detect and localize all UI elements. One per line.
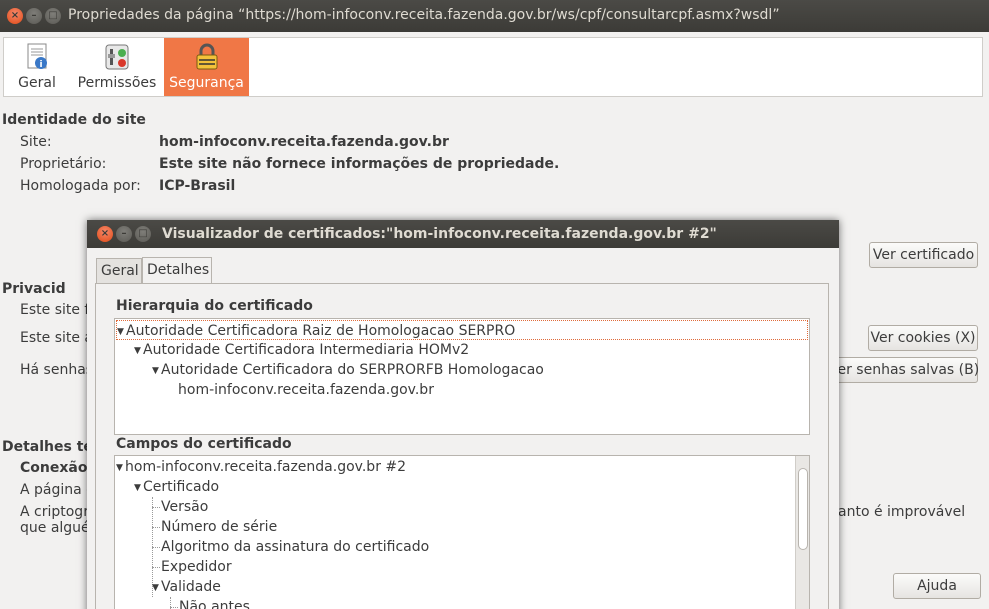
tab-seguranca[interactable]: Segurança — [164, 38, 249, 96]
tree-guide-branch — [152, 547, 160, 548]
view-cookies-button[interactable]: Ver cookies (X) — [868, 325, 978, 351]
expand-triangle-icon[interactable]: ▼ — [152, 578, 161, 598]
lock-icon — [196, 43, 217, 70]
field-item-expedidor[interactable]: Expedidor — [161, 557, 232, 577]
field-item-numero-serie[interactable]: Número de série — [161, 517, 277, 537]
close-window-button[interactable]: × — [7, 8, 23, 24]
tab-detalhes[interactable]: Detalhes — [142, 257, 212, 285]
expand-triangle-icon[interactable]: ▼ — [116, 458, 125, 478]
permissions-icon — [105, 44, 129, 70]
expand-triangle-icon[interactable]: ▼ — [117, 322, 126, 342]
dialog-titlebar: × – □ Visualizador de certificados:"hom-… — [87, 220, 839, 248]
maximize-window-button[interactable]: □ — [45, 8, 61, 24]
window-titlebar: × – □ Propriedades da página “https://ho… — [0, 0, 989, 32]
tree-guide-branch — [170, 607, 178, 608]
privacy-row-2: Este site a — [20, 330, 94, 346]
fields-scrollbar-thumb[interactable] — [798, 468, 808, 550]
field-item-versao[interactable]: Versão — [161, 497, 208, 517]
field-item-cert-root[interactable]: ▼ hom-infoconv.receita.fazenda.gov.br #2 — [116, 457, 406, 477]
tree-guide-branch — [152, 567, 160, 568]
tree-guide-branch — [152, 507, 160, 508]
dialog-maximize-button[interactable]: □ — [135, 226, 151, 242]
tab-permissoes[interactable]: Permissões — [70, 38, 164, 96]
category-toolbar: i Geral Permissões Segurança — [3, 37, 983, 97]
owner-value: Este site não fornece informações de pro… — [159, 156, 560, 172]
fields-scrollbar[interactable] — [795, 456, 809, 609]
dialog-minimize-button[interactable]: – — [116, 226, 132, 242]
tab-permissoes-label: Permissões — [77, 75, 157, 91]
field-item-algoritmo[interactable]: Algoritmo da assinatura do certificado — [161, 537, 429, 557]
hierarchy-heading: Hierarquia do certificado — [116, 298, 313, 314]
dialog-close-button[interactable]: × — [97, 226, 113, 242]
tab-geral[interactable]: i Geral — [4, 38, 70, 96]
certificate-hierarchy-tree[interactable]: ▼ Autoridade Certificadora Raiz de Homolo… — [114, 318, 810, 435]
field-item-nao-antes[interactable]: Não antes — [179, 597, 250, 609]
connection-heading: Conexão — [20, 460, 88, 476]
view-certificate-button[interactable]: Ver certificado — [869, 242, 978, 268]
svg-text:i: i — [39, 60, 42, 70]
identity-heading: Identidade do site — [2, 112, 146, 128]
tree-item-intermediate[interactable]: ▼ Autoridade Certificadora Intermediaria … — [134, 340, 469, 360]
fields-heading: Campos do certificado — [116, 436, 292, 452]
tree-item-issuer[interactable]: ▼ Autoridade Certificadora do SERPRORFB H… — [152, 360, 544, 380]
view-saved-passwords-button[interactable]: Ver senhas salvas (B) — [828, 357, 979, 383]
dialog-title: Visualizador de certificados:"hom-infoco… — [162, 226, 717, 242]
expand-triangle-icon[interactable]: ▼ — [134, 341, 143, 361]
verified-by-label: Homologada por: — [20, 178, 141, 194]
certificate-fields-tree[interactable]: ▼ hom-infoconv.receita.fazenda.gov.br #2 … — [114, 455, 810, 609]
details-panel: Hierarquia do certificado ▼ Autoridade Ce… — [95, 283, 829, 609]
tree-guide-branch — [152, 527, 160, 528]
privacy-row-1: Este site f — [20, 302, 90, 318]
expand-triangle-icon[interactable]: ▼ — [152, 361, 161, 381]
tab-geral-dialog[interactable]: Geral — [96, 258, 142, 284]
technical-line-3: que alguér — [20, 520, 96, 536]
minimize-window-button[interactable]: – — [26, 8, 42, 24]
tab-geral-label: Geral — [18, 75, 56, 91]
tree-item-leaf[interactable]: hom-infoconv.receita.fazenda.gov.br — [178, 380, 434, 400]
field-item-validade[interactable]: ▼ Validade — [152, 577, 221, 597]
tab-seguranca-label: Segurança — [169, 75, 244, 91]
certificate-viewer-dialog: × – □ Visualizador de certificados:"hom-… — [87, 220, 839, 609]
owner-label: Proprietário: — [20, 156, 107, 172]
privacy-row-3: Há senhas — [20, 362, 94, 378]
document-info-icon: i — [27, 43, 47, 70]
technical-heading: Detalhes té — [2, 439, 93, 455]
site-label: Site: — [20, 134, 52, 150]
window-title: Propriedades da página “https://hom-info… — [68, 7, 780, 23]
tree-item-root[interactable]: ▼ Autoridade Certificadora Raiz de Homolo… — [116, 320, 808, 340]
site-value: hom-infoconv.receita.fazenda.gov.br — [159, 134, 449, 150]
field-item-certificado[interactable]: ▼ Certificado — [134, 477, 219, 497]
technical-line-2-tail: anto é improvável — [838, 504, 966, 520]
privacy-heading: Privacid — [2, 281, 66, 297]
expand-triangle-icon[interactable]: ▼ — [134, 478, 143, 498]
help-button[interactable]: Ajuda — [893, 573, 981, 599]
technical-line-2: A criptogr — [20, 504, 89, 520]
verified-by-value: ICP-Brasil — [159, 178, 236, 194]
technical-line-1: A página e — [20, 482, 95, 498]
